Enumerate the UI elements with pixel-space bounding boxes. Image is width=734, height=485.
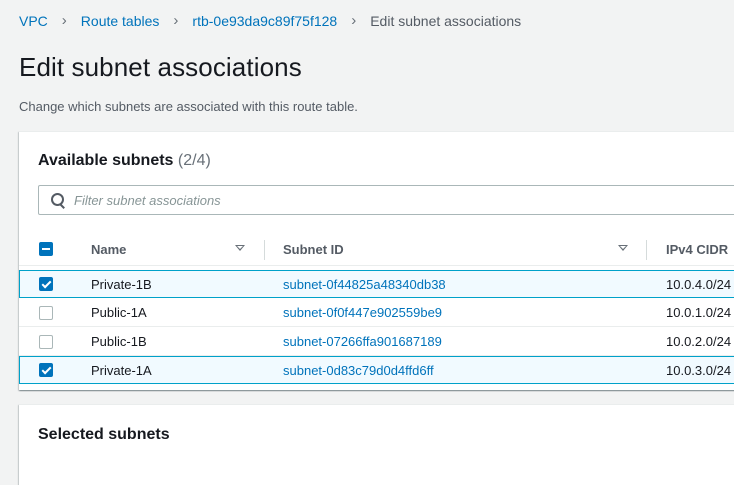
available-subnets-panel: Available subnets (2/4) Name Subnet ID I… — [19, 131, 734, 390]
available-subnets-title: Available subnets — [38, 152, 174, 169]
breadcrumb-route-tables-link[interactable]: Route tables — [81, 13, 160, 29]
chevron-right-icon: › — [173, 11, 179, 29]
subnet-cidr: 10.0.2.0/24 — [666, 334, 732, 349]
column-header-subnet-id[interactable]: Subnet ID — [283, 242, 344, 257]
subnet-id-link[interactable]: subnet-07266ffa901687189 — [283, 334, 442, 349]
subnet-name: Private-1A — [91, 363, 152, 378]
subnet-name: Public-1B — [91, 334, 147, 349]
column-header-name[interactable]: Name — [91, 242, 126, 257]
subnet-cidr: 10.0.3.0/24 — [666, 363, 732, 378]
subnet-cidr: 10.0.1.0/24 — [666, 305, 732, 320]
breadcrumb-route-table-id-link[interactable]: rtb-0e93da9c89f75f128 — [192, 13, 337, 29]
chevron-right-icon: › — [61, 11, 67, 29]
sort-down-icon[interactable] — [618, 245, 628, 251]
column-divider[interactable] — [264, 240, 265, 260]
breadcrumb: VPC › Route tables › rtb-0e93da9c89f75f1… — [19, 12, 521, 30]
sort-down-icon[interactable] — [235, 245, 245, 251]
row-checkbox[interactable] — [39, 277, 53, 291]
column-divider[interactable] — [646, 240, 647, 260]
table-row[interactable]: Public-1B subnet-07266ffa901687189 10.0.… — [19, 328, 734, 356]
filter-box — [38, 185, 734, 215]
breadcrumb-current: Edit subnet associations — [370, 13, 522, 29]
table-header: Name Subnet ID IPv4 CIDR — [19, 232, 734, 266]
selected-subnets-panel: Selected subnets — [19, 404, 734, 485]
page-title: Edit subnet associations — [19, 52, 302, 82]
table-row[interactable]: Private-1B subnet-0f44825a48340db38 10.0… — [19, 270, 734, 298]
subnet-cidr: 10.0.4.0/24 — [666, 277, 732, 292]
available-subnets-header: Available subnets (2/4) — [38, 152, 211, 170]
filter-subnet-input[interactable] — [74, 192, 734, 208]
subnet-id-link[interactable]: subnet-0f44825a48340db38 — [283, 277, 446, 292]
selected-subnets-title: Selected subnets — [38, 426, 170, 443]
select-all-checkbox[interactable] — [39, 242, 53, 256]
table-row[interactable]: Private-1A subnet-0d83c79d0d4ffd6ff 10.0… — [19, 356, 734, 384]
search-icon — [50, 192, 66, 208]
subnet-name: Public-1A — [91, 305, 147, 320]
subnet-id-link[interactable]: subnet-0f0f447e902559be9 — [283, 305, 442, 320]
subnet-id-link[interactable]: subnet-0d83c79d0d4ffd6ff — [283, 363, 434, 378]
chevron-right-icon: › — [351, 11, 357, 29]
column-header-ipv4-cidr[interactable]: IPv4 CIDR — [666, 242, 728, 257]
available-subnets-count: (2/4) — [177, 152, 211, 169]
subnet-name: Private-1B — [91, 277, 152, 292]
page-description: Change which subnets are associated with… — [19, 99, 358, 114]
row-checkbox[interactable] — [39, 363, 53, 377]
row-checkbox[interactable] — [39, 335, 53, 349]
row-checkbox[interactable] — [39, 306, 53, 320]
breadcrumb-vpc-link[interactable]: VPC — [19, 13, 48, 29]
table-row[interactable]: Public-1A subnet-0f0f447e902559be9 10.0.… — [19, 299, 734, 327]
